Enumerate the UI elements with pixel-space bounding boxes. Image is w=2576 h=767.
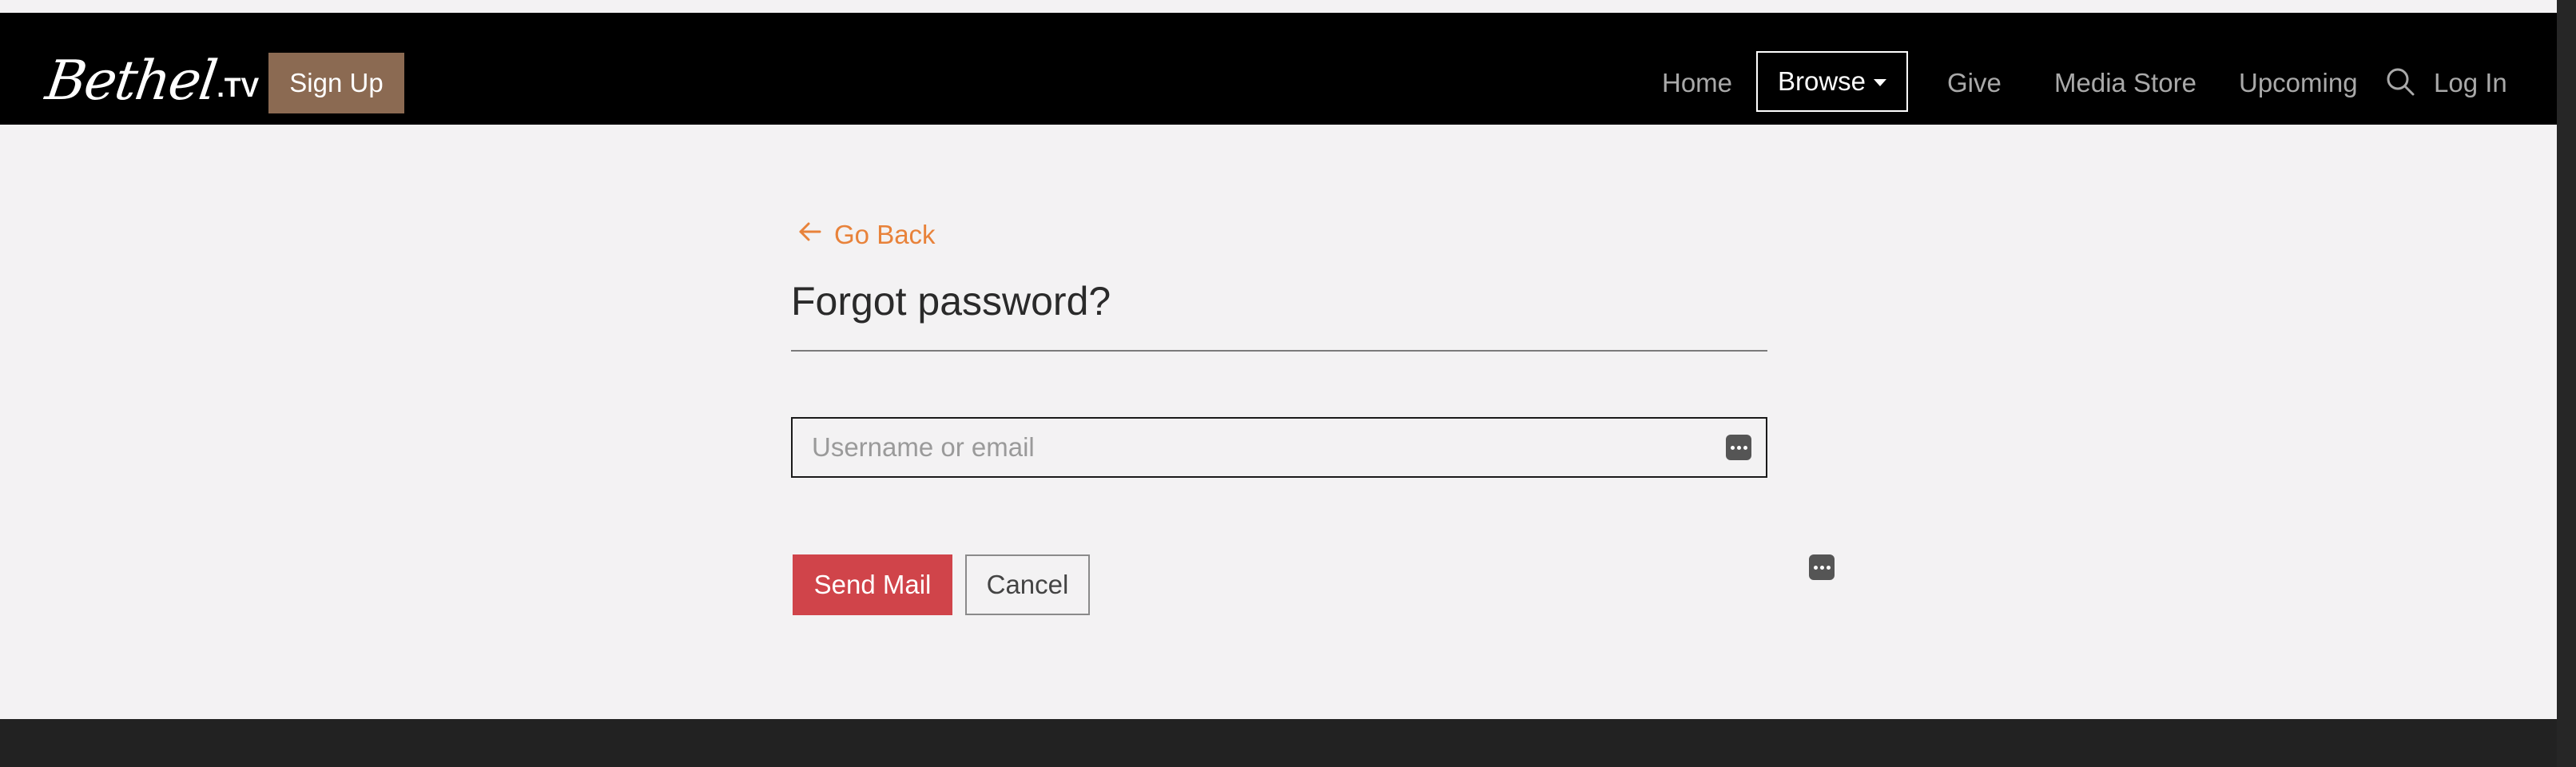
- title-divider: [791, 350, 1767, 352]
- window-edge: [2557, 0, 2576, 767]
- nav-log-in[interactable]: Log In: [2434, 67, 2507, 99]
- nav-browse-dropdown[interactable]: Browse: [1756, 51, 1908, 112]
- arrow-left-icon: [797, 219, 823, 251]
- page-title: Forgot password?: [791, 279, 1111, 324]
- go-back-link[interactable]: Go Back: [797, 219, 936, 251]
- password-manager-icon[interactable]: [1726, 435, 1751, 460]
- site-footer: [0, 719, 2557, 767]
- nav-give[interactable]: Give: [1947, 67, 2002, 99]
- search-icon[interactable]: [2384, 66, 2416, 97]
- nav-browse-label: Browse: [1777, 66, 1866, 96]
- password-manager-icon[interactable]: [1809, 554, 1835, 580]
- logo-suffix: .TV: [217, 73, 260, 103]
- caret-down-icon: [1874, 78, 1887, 86]
- username-or-email-input[interactable]: [793, 419, 1766, 476]
- go-back-label: Go Back: [834, 220, 936, 249]
- logo-wordmark: Bethel: [42, 50, 220, 113]
- site-header: Bethel .TV Sign Up Home Browse Give Medi…: [0, 13, 2557, 125]
- nav-home[interactable]: Home: [1662, 67, 1732, 99]
- cancel-button[interactable]: Cancel: [965, 554, 1090, 615]
- bethel-tv-logo[interactable]: Bethel .TV: [42, 37, 260, 113]
- nav-media-store[interactable]: Media Store: [2054, 67, 2196, 99]
- nav-upcoming[interactable]: Upcoming: [2239, 67, 2358, 99]
- username-email-field-wrapper: [791, 417, 1767, 478]
- sign-up-button[interactable]: Sign Up: [268, 53, 404, 113]
- send-mail-button[interactable]: Send Mail: [793, 554, 952, 615]
